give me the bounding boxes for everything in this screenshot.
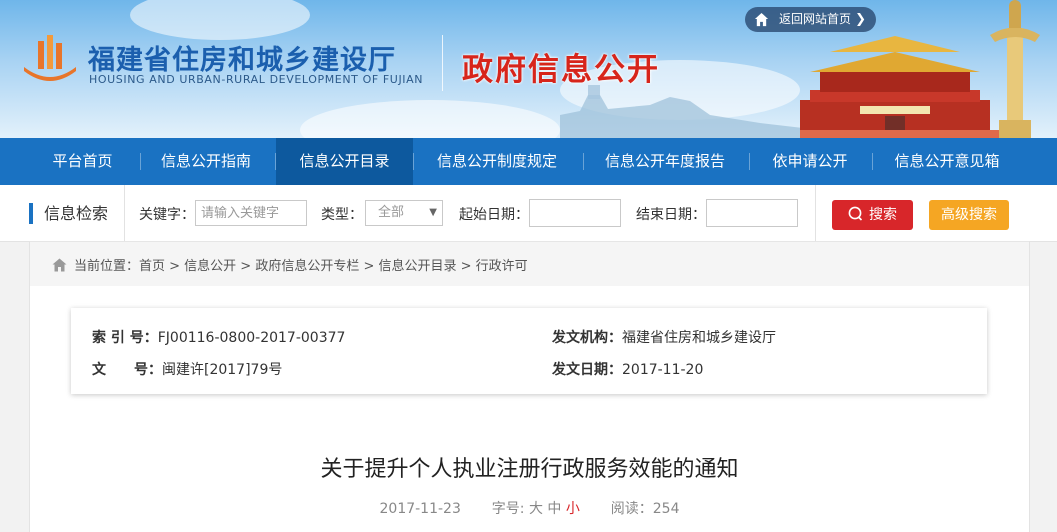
- chevron-down-icon: ▼: [429, 207, 437, 218]
- meta-index-label: 索 引 号：: [92, 330, 158, 346]
- chevron-right-icon: ❯: [855, 12, 866, 27]
- publish-date: 2017-11-23: [379, 501, 461, 517]
- site-name-en: HOUSING AND URBAN-RURAL DEVELOPMENT OF F…: [89, 73, 424, 86]
- keyword-input[interactable]: [195, 200, 307, 226]
- home-icon: [754, 12, 769, 27]
- font-size-large-button[interactable]: 大: [529, 501, 543, 517]
- nav-item-annual-report[interactable]: 信息公开年度报告: [584, 138, 746, 185]
- end-date-input[interactable]: [706, 199, 798, 227]
- breadcrumb-path[interactable]: 首页 > 信息公开 > 政府信息公开专栏 > 信息公开目录 > 行政许可: [139, 259, 528, 274]
- tiananmen-decoration: [800, 36, 1000, 138]
- meta-index-value: FJ00116-0800-2017-00377: [157, 330, 346, 346]
- document-title: 关于提升个人执业注册行政服务效能的通知: [320, 457, 739, 482]
- nav-item-application[interactable]: 依申请公开: [750, 138, 870, 185]
- back-home-label: 返回网站首页: [779, 12, 852, 26]
- breadcrumb-prefix: 当前位置：: [74, 259, 140, 274]
- start-date-label: 起始日期：: [459, 207, 529, 223]
- meta-docno-value: 闽建许[2017]79号: [162, 362, 283, 378]
- search-divider: [124, 185, 125, 241]
- meta-issuer-label: 发文机构：: [552, 330, 622, 346]
- type-select-value: 全部: [378, 205, 405, 220]
- search-button[interactable]: 搜索: [832, 200, 913, 230]
- document-info: 2017-11-23 字号: 大 中 小 阅读：254: [30, 498, 1029, 518]
- reads-count: 254: [652, 501, 680, 517]
- cloud-decoration: [300, 100, 560, 138]
- section-title: 政府信息公开: [462, 52, 660, 88]
- back-home-button[interactable]: 返回网站首页 ❯: [745, 7, 876, 32]
- meta-docno-label: 文 号：: [92, 362, 162, 378]
- nav-item-guide[interactable]: 信息公开指南: [141, 138, 271, 185]
- nav-item-regulations[interactable]: 信息公开制度规定: [414, 138, 580, 185]
- meta-date-label: 发文日期：: [552, 362, 622, 378]
- document-meta-box: 索 引 号：FJ00116-0800-2017-00377 发文机构：福建省住房…: [71, 308, 987, 394]
- header-divider: [442, 35, 443, 91]
- type-label: 类型：: [321, 207, 363, 223]
- search-divider: [815, 185, 816, 241]
- search-bar: 信息检索 关键字： 类型： 全部 ▼ 起始日期： 结束日期： 搜索 高级搜索: [0, 185, 1057, 242]
- search-button-label: 搜索: [869, 207, 897, 223]
- reads-label: 阅读：: [610, 501, 653, 517]
- keyword-label: 关键字：: [139, 207, 195, 223]
- huabiao-column-decoration: [990, 0, 1040, 138]
- content-panel: 当前位置：首页 > 信息公开 > 政府信息公开专栏 > 信息公开目录 > 行政许…: [29, 241, 1030, 532]
- font-size-label: 字号:: [491, 501, 525, 517]
- main-nav: 平台首页 信息公开指南 信息公开目录 信息公开制度规定 信息公开年度报告 依申请…: [0, 138, 1057, 185]
- search-section-title: 信息检索: [29, 203, 108, 224]
- meta-issuer: 发文机构：福建省住房和城乡建设厅: [552, 327, 776, 347]
- advanced-search-button[interactable]: 高级搜索: [929, 200, 1009, 230]
- meta-issuer-value: 福建省住房和城乡建设厅: [622, 330, 776, 346]
- meta-index: 索 引 号：FJ00116-0800-2017-00377: [92, 327, 345, 347]
- nav-item-home[interactable]: 平台首页: [30, 138, 135, 185]
- breadcrumb-text: 当前位置：首页 > 信息公开 > 政府信息公开专栏 > 信息公开目录 > 行政许…: [52, 255, 528, 274]
- start-date-input[interactable]: [529, 199, 621, 227]
- nav-item-feedback[interactable]: 信息公开意见箱: [873, 138, 1021, 185]
- cloud-decoration: [130, 0, 310, 40]
- breadcrumb: 当前位置：首页 > 信息公开 > 政府信息公开专栏 > 信息公开目录 > 行政许…: [30, 241, 1029, 286]
- building-logo-icon: [24, 35, 76, 81]
- meta-date: 发文日期：2017-11-20: [552, 359, 703, 379]
- end-date-label: 结束日期：: [636, 207, 706, 223]
- site-name-cn: 福建省住房和城乡建设厅: [88, 45, 396, 76]
- house-icon: [52, 258, 67, 272]
- header-banner: 福建省住房和城乡建设厅 HOUSING AND URBAN-RURAL DEVE…: [0, 0, 1057, 138]
- meta-date-value: 2017-11-20: [622, 362, 704, 378]
- font-size-medium-button[interactable]: 中: [547, 501, 561, 517]
- font-size-small-button[interactable]: 小: [566, 501, 580, 517]
- nav-item-catalog[interactable]: 信息公开目录: [276, 138, 413, 185]
- magnifier-icon: [848, 206, 863, 221]
- type-select[interactable]: 全部 ▼: [365, 200, 443, 226]
- meta-docno: 文 号：闽建许[2017]79号: [92, 359, 282, 379]
